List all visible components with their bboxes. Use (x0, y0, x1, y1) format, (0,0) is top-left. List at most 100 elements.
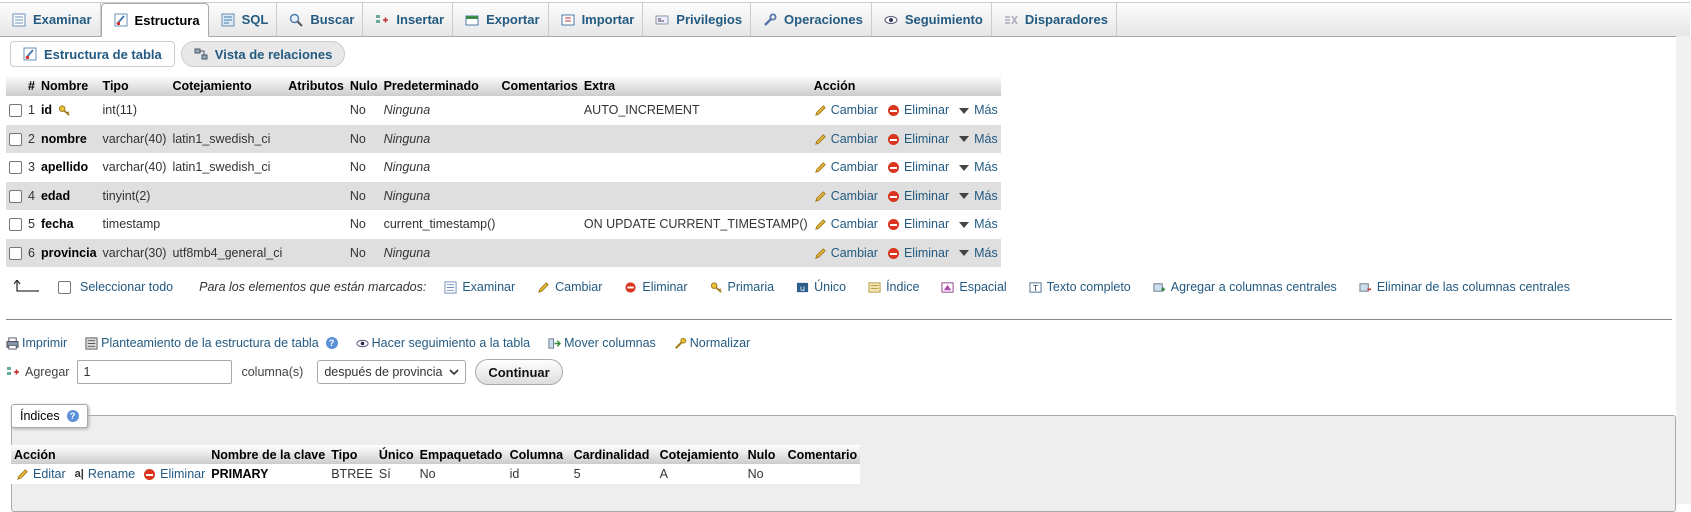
row-actions: Cambiar Eliminar Más (810, 124, 1001, 153)
more-caret-icon (959, 107, 970, 114)
more-dropdown[interactable]: Más (959, 103, 998, 117)
change-button[interactable]: Cambiar (814, 189, 878, 203)
edit-index-button[interactable]: Editar (16, 467, 66, 481)
tab-label: Estructura (134, 12, 200, 28)
with-selected-label: Para los elementos que están marcados: (199, 280, 427, 294)
bulk-action-central-add[interactable]: Agregar a columnas centrales (1153, 280, 1337, 294)
tab-importar[interactable]: Importar (549, 3, 644, 36)
export-icon (465, 13, 479, 27)
index-cardinality: 5 (570, 464, 657, 484)
help-icon[interactable]: ? (66, 410, 79, 422)
change-button[interactable]: Cambiar (814, 160, 878, 174)
column-name: nombre (40, 131, 87, 146)
idx-col-null: Nulo (744, 445, 785, 464)
vertical-scrollbar[interactable] (1676, 36, 1691, 504)
tab-table-structure[interactable]: Estructura de tabla (10, 41, 175, 67)
bulk-action-drop[interactable]: Eliminar (624, 280, 688, 294)
tab-privilegios[interactable]: Privilegios (643, 3, 752, 36)
row-checkbox[interactable] (9, 132, 22, 146)
triggers-icon (1004, 13, 1018, 27)
idx-col-key-name: Nombre de la clave (208, 445, 329, 464)
bulk-action-pencil[interactable]: Cambiar (537, 280, 602, 294)
index-null: No (744, 464, 785, 484)
index-icon (868, 281, 881, 294)
drop-button[interactable]: Eliminar (887, 246, 949, 260)
drop-button[interactable]: Eliminar (887, 217, 949, 231)
column-extra (580, 181, 811, 210)
add-columns-count-input[interactable] (77, 360, 233, 384)
tab-buscar[interactable]: Buscar (277, 3, 364, 36)
tab-examinar[interactable]: Examinar (0, 3, 101, 36)
drop-button[interactable]: Eliminar (887, 189, 949, 203)
pencil-icon (16, 468, 29, 481)
row-actions: Cambiar Eliminar Más (810, 238, 1001, 267)
index-column: id (506, 464, 571, 484)
change-button[interactable]: Cambiar (814, 132, 878, 146)
column-collation (169, 210, 286, 239)
select-all-checkbox[interactable] (58, 280, 71, 294)
more-caret-icon (959, 193, 970, 200)
more-dropdown[interactable]: Más (959, 246, 998, 260)
tab-relation-view[interactable]: Vista de relaciones (180, 41, 346, 67)
bulk-action-key[interactable]: Primaria (710, 280, 774, 294)
more-dropdown[interactable]: Más (959, 160, 998, 174)
drop-icon (887, 219, 899, 231)
column-default: Ninguna (380, 124, 499, 153)
table-row: 1 id int(11) No Ninguna AUTO_INCREMENT Cambiar… (6, 96, 1001, 125)
import-icon (561, 13, 575, 27)
row-checkbox[interactable] (9, 218, 22, 232)
select-all-label[interactable]: Seleccionar todo (80, 280, 173, 294)
drop-button[interactable]: Eliminar (887, 160, 949, 174)
tab-insertar[interactable]: Insertar (363, 3, 454, 36)
change-button[interactable]: Cambiar (814, 246, 878, 260)
more-dropdown[interactable]: Más (959, 217, 998, 231)
more-dropdown[interactable]: Más (959, 189, 998, 203)
browse-icon (444, 280, 457, 294)
row-checkbox[interactable] (9, 161, 22, 175)
column-name: id (40, 103, 53, 118)
tab-disparadores[interactable]: Disparadores (992, 3, 1117, 36)
tool-propose-structure[interactable]: Planteamiento de la estructura de tabla? (85, 336, 338, 350)
change-button[interactable]: Cambiar (814, 217, 878, 231)
column-name-cell: edad (37, 181, 100, 210)
col-header-default: Predeterminado (380, 75, 499, 96)
drop-index-button[interactable]: Eliminar (144, 467, 205, 481)
tab-sql[interactable]: SQL (209, 3, 278, 36)
tool-normalize[interactable]: Normalizar (674, 336, 750, 350)
row-number: 1 (25, 96, 38, 125)
bulk-action-index[interactable]: Índice (868, 280, 919, 294)
column-position-select[interactable]: después de provincia (317, 360, 467, 384)
add-label: Agregar (25, 365, 70, 379)
change-button[interactable]: Cambiar (814, 103, 878, 117)
bulk-action-unique[interactable]: u Único (796, 280, 846, 294)
insert-icon (6, 365, 20, 379)
bulk-action-fulltext[interactable]: T Texto completo (1029, 280, 1131, 294)
column-comments (498, 153, 581, 182)
bulk-action-spatial[interactable]: Espacial (941, 280, 1007, 294)
idx-col-type: Tipo (328, 445, 376, 464)
continue-button[interactable]: Continuar (475, 359, 563, 385)
tool-print[interactable]: Imprimir (6, 336, 67, 350)
indexes-legend: Índices ? (11, 404, 88, 428)
tool-move-columns[interactable]: Mover columnas (548, 336, 656, 350)
tool-eye[interactable]: Hacer seguimiento a la tabla (356, 336, 530, 350)
pencil-icon (814, 133, 827, 146)
tab-exportar[interactable]: Exportar (453, 3, 549, 36)
tab-operaciones[interactable]: Operaciones (751, 3, 872, 36)
structure-subtabs: Estructura de tabla Vista de relaciones (10, 41, 346, 67)
bulk-action-central-remove[interactable]: Eliminar de las columnas centrales (1359, 280, 1570, 294)
rename-index-button[interactable]: a| Rename (75, 467, 135, 481)
drop-button[interactable]: Eliminar (887, 103, 949, 117)
column-default: Ninguna (380, 181, 499, 210)
row-checkbox[interactable] (9, 104, 22, 118)
tab-estructura[interactable]: Estructura (100, 3, 209, 37)
help-icon[interactable]: ? (325, 337, 338, 349)
bulk-action-browse[interactable]: Examinar (444, 280, 515, 294)
more-dropdown[interactable]: Más (959, 132, 998, 146)
tab-seguimiento[interactable]: Seguimiento (872, 3, 992, 36)
column-comments (498, 181, 581, 210)
drop-button[interactable]: Eliminar (887, 132, 949, 146)
more-label: Más (974, 217, 998, 232)
row-checkbox[interactable] (9, 246, 22, 260)
row-checkbox[interactable] (9, 189, 22, 203)
